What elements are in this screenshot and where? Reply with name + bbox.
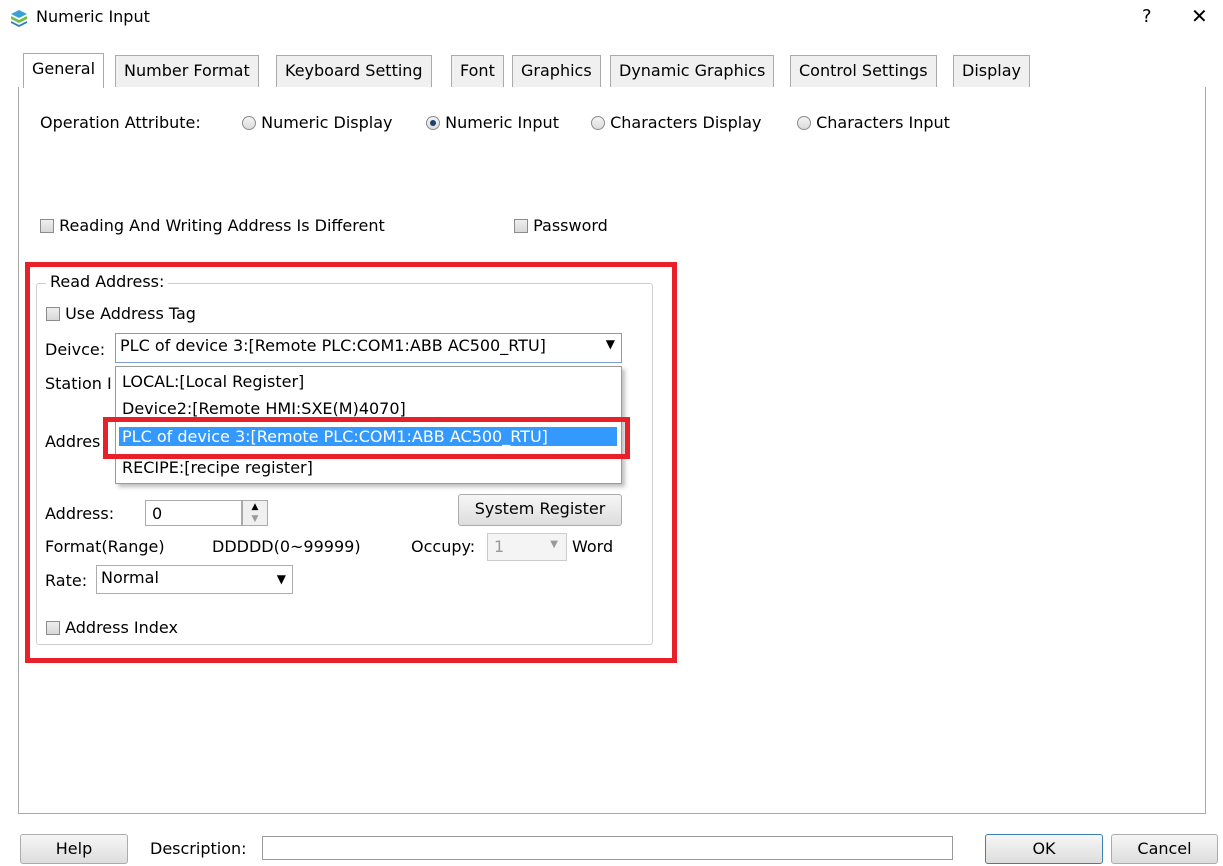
checkbox-label: Use Address Tag: [65, 304, 196, 323]
chevron-down-icon: ▼: [605, 337, 615, 351]
chevron-down-icon: ▼: [276, 572, 286, 586]
use-address-tag-checkbox[interactable]: Use Address Tag: [46, 304, 196, 323]
tab-number-format[interactable]: Number Format: [115, 55, 259, 88]
description-label: Description:: [150, 839, 247, 858]
radio-label: Characters Display: [610, 113, 762, 132]
spin-down-icon[interactable]: ▼: [243, 513, 267, 525]
radio-circle: [797, 116, 811, 130]
radio-label: Numeric Display: [261, 113, 393, 132]
checkbox-label: Address Index: [65, 618, 178, 637]
device-option-recipe[interactable]: RECIPE:[recipe register]: [122, 458, 313, 477]
tab-dynamic-graphics[interactable]: Dynamic Graphics: [610, 55, 775, 88]
occupy-label: Occupy:: [411, 537, 476, 556]
chevron-down-icon: ▼: [550, 539, 558, 550]
station-label: Station I: [45, 374, 112, 393]
help-icon[interactable]: ?: [1142, 6, 1152, 27]
radio-circle: [242, 116, 256, 130]
checkbox-box: [514, 219, 528, 233]
ok-button[interactable]: OK: [985, 834, 1103, 864]
description-input[interactable]: [262, 836, 953, 860]
radio-characters-input[interactable]: Characters Input: [797, 113, 950, 132]
radio-numeric-display[interactable]: Numeric Display: [242, 113, 393, 132]
app-logo-icon: [11, 10, 27, 27]
occupy-unit: Word: [572, 537, 614, 556]
rw-address-different-checkbox[interactable]: Reading And Writing Address Is Different: [40, 216, 385, 235]
address-label: Address:: [45, 504, 115, 523]
cancel-button[interactable]: Cancel: [1111, 834, 1218, 864]
radio-characters-display[interactable]: Characters Display: [591, 113, 761, 132]
device-option-device2[interactable]: Device2:[Remote HMI:SXE(M)4070]: [122, 399, 406, 418]
radio-circle-selected: [426, 116, 440, 130]
checkbox-label: Password: [533, 216, 608, 235]
password-checkbox[interactable]: Password: [514, 216, 608, 235]
checkbox-box: [40, 219, 54, 233]
checkbox-label: Reading And Writing Address Is Different: [59, 216, 385, 235]
tab-font[interactable]: Font: [451, 55, 504, 88]
format-value: DDDDD(0~99999): [212, 537, 361, 556]
rate-value: Normal: [101, 568, 159, 587]
rate-select[interactable]: Normal ▼: [96, 565, 293, 594]
tab-control-settings[interactable]: Control Settings: [790, 55, 937, 88]
window-title: Numeric Input: [36, 7, 150, 26]
occupy-value: 1: [494, 537, 505, 556]
operation-attribute-label: Operation Attribute:: [40, 113, 201, 132]
device-select-value: PLC of device 3:[Remote PLC:COM1:ABB AC5…: [120, 336, 546, 355]
tab-display[interactable]: Display: [953, 55, 1030, 88]
address-type-label: Addres: [45, 432, 101, 451]
radio-circle: [591, 116, 605, 130]
tab-general[interactable]: General: [23, 53, 105, 88]
tab-keyboard-setting[interactable]: Keyboard Setting: [276, 55, 432, 88]
address-index-checkbox[interactable]: Address Index: [46, 618, 178, 637]
help-button[interactable]: Help: [20, 834, 128, 864]
device-label: Deivce:: [45, 340, 106, 359]
device-option-local[interactable]: LOCAL:[Local Register]: [122, 372, 304, 391]
radio-numeric-input[interactable]: Numeric Input: [426, 113, 559, 132]
address-input[interactable]: 0: [145, 500, 242, 526]
checkbox-box: [46, 307, 60, 321]
spin-up-icon[interactable]: ▲: [243, 501, 267, 513]
system-register-button[interactable]: System Register: [458, 494, 622, 526]
highlight-option-box: [103, 417, 630, 459]
close-icon[interactable]: ✕: [1191, 4, 1208, 28]
occupy-select: 1 ▼: [487, 533, 567, 561]
device-select[interactable]: PLC of device 3:[Remote PLC:COM1:ABB AC5…: [115, 333, 622, 363]
checkbox-box: [46, 621, 60, 635]
tab-graphics[interactable]: Graphics: [512, 55, 601, 88]
radio-label: Characters Input: [816, 113, 950, 132]
radio-label: Numeric Input: [445, 113, 559, 132]
address-spinner[interactable]: ▲ ▼: [242, 500, 268, 526]
format-label: Format(Range): [45, 537, 165, 556]
rate-label: Rate:: [45, 571, 88, 590]
